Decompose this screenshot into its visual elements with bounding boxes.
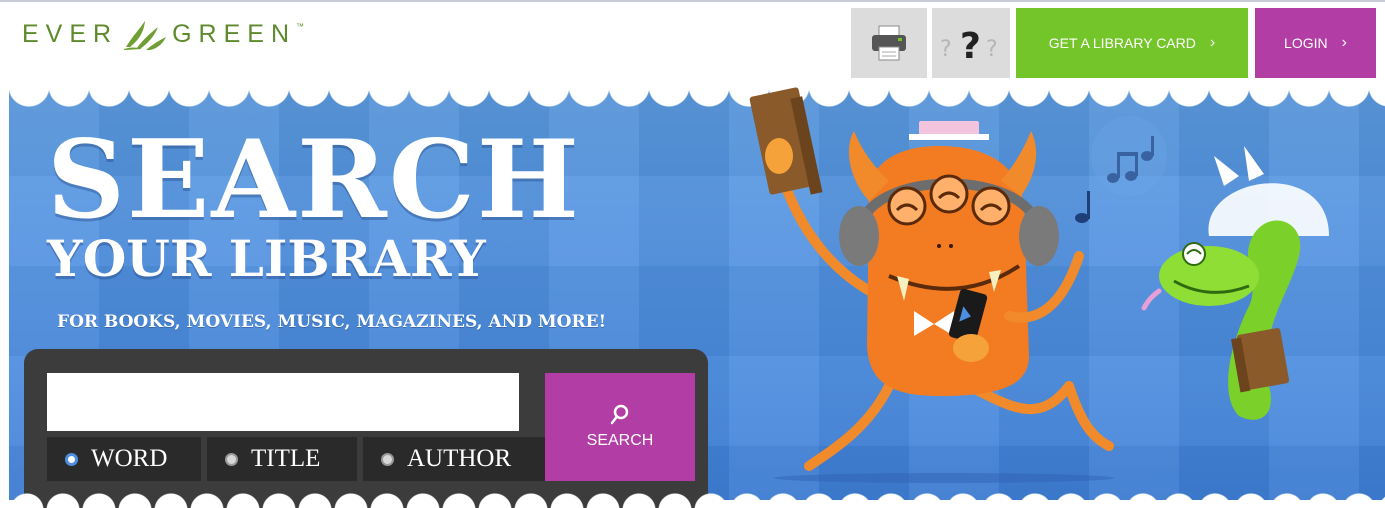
logo-trademark: ™ [296,22,304,31]
question-marks-icon: ? ? ? [940,26,998,64]
search-icon [610,404,629,425]
chevron-right-icon: › [1341,34,1347,51]
search-type-author[interactable]: AUTHOR [363,437,545,481]
printer-icon [872,25,906,61]
search-button-label: SEARCH [586,432,654,449]
login-label: LOGIN [1284,35,1328,51]
search-type-word-label: WORD [91,445,168,472]
svg-text:?: ? [986,37,998,62]
worm-character [1141,146,1329,420]
search-button[interactable]: SEARCH [545,373,695,481]
get-library-card-button[interactable]: GET A LIBRARY CARD › [1016,8,1248,78]
search-input[interactable] [47,373,519,431]
help-button[interactable]: ? ? ? [932,8,1010,78]
get-library-card-label: GET A LIBRARY CARD [1048,35,1196,51]
logo-text-left: EVER [22,19,119,48]
hero-subtitle: FOR BOOKS, MOVIES, MUSIC, MAGAZINES, AND… [57,312,607,332]
evergreen-leaf-icon [124,21,167,50]
chevron-right-icon: › [1209,34,1216,51]
radio-selected-icon[interactable] [65,452,78,466]
search-type-author-label: AUTHOR [407,445,512,472]
print-button[interactable] [851,8,927,78]
hero-bottom-scallop-edge [9,492,1385,508]
logo-text-right: GREEN [172,19,296,48]
evergreen-logo[interactable]: EVER GREEN ™ [22,14,304,54]
search-type-word[interactable]: WORD [47,437,201,481]
radio-unselected-icon[interactable] [381,452,394,466]
radio-unselected-icon[interactable] [225,452,238,466]
search-type-title-label: TITLE [251,445,321,472]
hero-title-line1: SEARCH [47,117,581,243]
search-type-title[interactable]: TITLE [207,437,357,481]
site-header: EVER GREEN ™ ? ? ? GET A LIBRARY CARD › … [0,0,1385,86]
login-button[interactable]: LOGIN › [1255,8,1376,78]
hero-title: SEARCH YOUR LIBRARY [47,126,581,288]
svg-text:?: ? [940,37,952,62]
svg-text:?: ? [960,26,981,64]
